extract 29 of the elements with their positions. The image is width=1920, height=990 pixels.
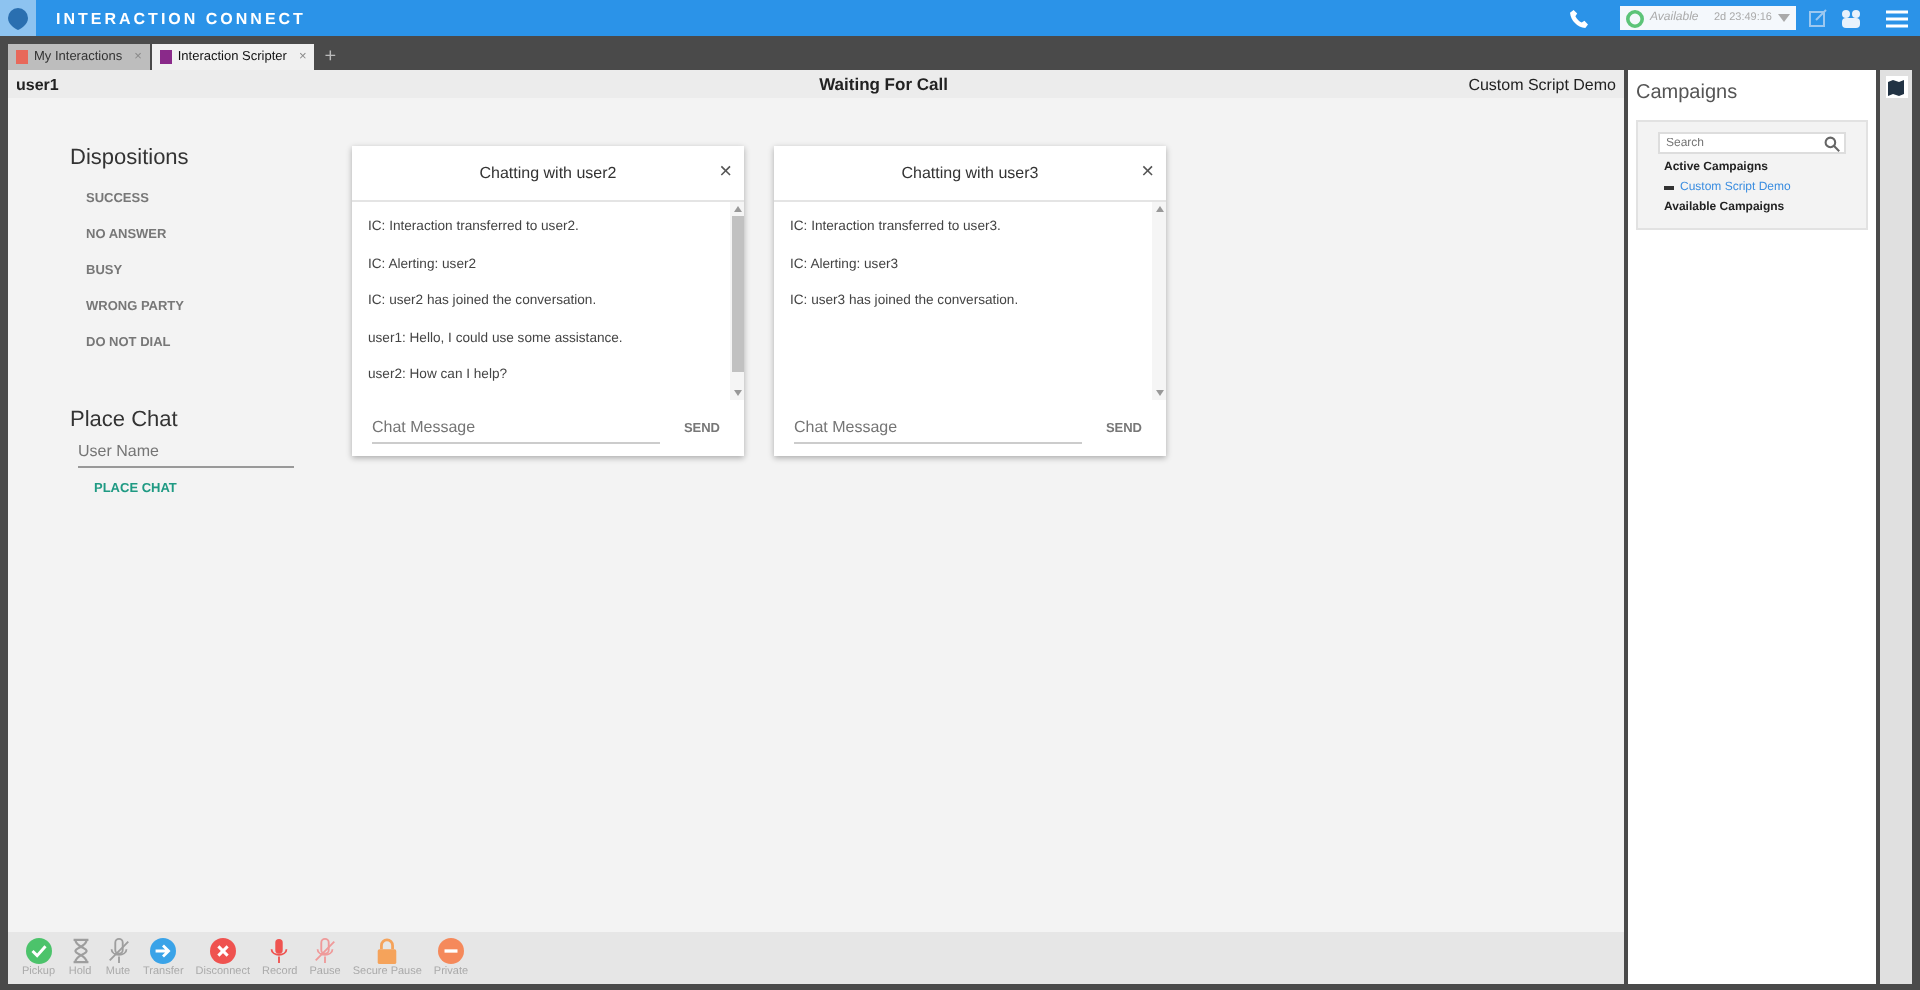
panel-title: Campaigns <box>1634 80 1740 108</box>
edit-icon[interactable] <box>1808 8 1828 28</box>
available-status-icon <box>1626 9 1644 27</box>
chat-title: Chatting with user3 <box>901 164 1039 182</box>
user-name: user1 <box>16 75 59 93</box>
scroll-up-icon[interactable] <box>733 206 741 212</box>
caret-icon <box>1778 14 1790 22</box>
phone-icon[interactable] <box>1570 9 1588 27</box>
scroll-down-icon[interactable] <box>1155 390 1163 396</box>
section-title: Place Chat <box>70 408 180 432</box>
call-status: Waiting For Call <box>819 74 948 94</box>
map-button[interactable] <box>1885 76 1907 98</box>
section-title: Dispositions <box>70 146 191 170</box>
chat-title: Chatting with user2 <box>479 164 617 182</box>
app-title: INTERACTION CONNECT <box>56 9 306 27</box>
scrollbar[interactable] <box>730 202 744 400</box>
search-icon <box>1824 135 1840 151</box>
scroll-up-icon[interactable] <box>1155 206 1163 212</box>
script-name: Custom Script Demo <box>1468 75 1616 93</box>
dash-icon <box>1664 186 1674 190</box>
close-button[interactable]: × <box>1141 160 1154 184</box>
close-button[interactable]: × <box>719 160 732 184</box>
menu-icon[interactable] <box>1886 9 1908 27</box>
users-icon[interactable] <box>1840 8 1862 28</box>
scrollbar[interactable] <box>1152 202 1166 400</box>
user-name-field[interactable]: User Name <box>78 436 294 468</box>
scroll-down-icon[interactable] <box>733 390 741 396</box>
app-logo-icon <box>0 0 36 36</box>
add-tab-button[interactable]: + <box>316 44 345 70</box>
